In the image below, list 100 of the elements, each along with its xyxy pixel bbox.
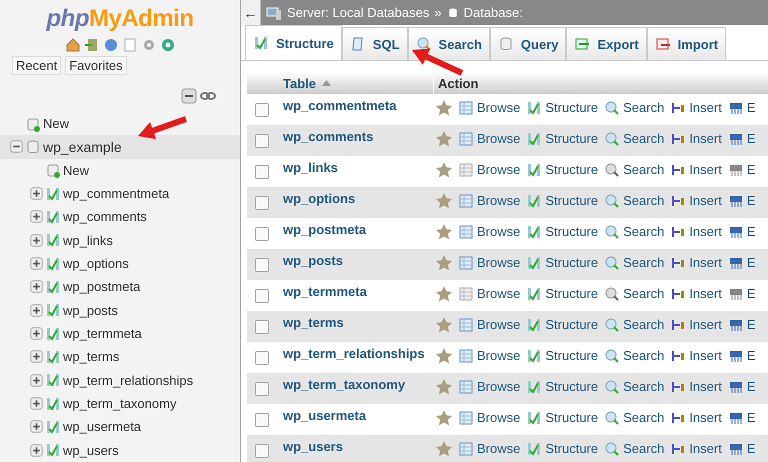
- star-icon[interactable]: [435, 316, 453, 334]
- table-name-link[interactable]: wp_links: [283, 160, 435, 175]
- action-link[interactable]: Browse: [458, 378, 520, 394]
- row-checkbox[interactable]: [255, 444, 269, 458]
- tab[interactable]: Import: [646, 27, 726, 60]
- panel-tab[interactable]: Favorites: [65, 56, 127, 75]
- action-link[interactable]: Insert: [670, 254, 722, 270]
- table-name-link[interactable]: wp_comments: [283, 129, 435, 144]
- expand-icon[interactable]: [30, 420, 43, 434]
- star-icon[interactable]: [435, 408, 453, 426]
- tab[interactable]: Query: [490, 27, 566, 60]
- action-link[interactable]: Structure: [526, 286, 598, 302]
- action-link[interactable]: E: [728, 378, 756, 394]
- tree-item[interactable]: wp_postmeta: [63, 279, 140, 294]
- action-link[interactable]: Browse: [458, 130, 520, 146]
- action-link[interactable]: Structure: [526, 378, 598, 394]
- document-icon[interactable]: [122, 37, 138, 53]
- action-link[interactable]: Search: [604, 348, 664, 364]
- action-link[interactable]: Insert: [670, 378, 722, 394]
- expand-icon[interactable]: [30, 304, 43, 317]
- expand-icon[interactable]: [30, 210, 43, 224]
- expand-icon[interactable]: [30, 444, 43, 457]
- tree-item[interactable]: wp_example: [43, 138, 122, 155]
- action-link[interactable]: Insert: [670, 440, 722, 456]
- star-icon[interactable]: [435, 346, 453, 364]
- tab[interactable]: SQL: [342, 27, 408, 60]
- expand-icon[interactable]: [30, 280, 43, 294]
- table-name-link[interactable]: wp_termmeta: [283, 284, 435, 299]
- action-link[interactable]: Search: [604, 254, 664, 270]
- action-link[interactable]: E: [728, 162, 756, 178]
- tree-item[interactable]: wp_users: [63, 442, 119, 458]
- action-link[interactable]: Browse: [458, 440, 520, 456]
- table-name-link[interactable]: wp_users: [283, 439, 435, 454]
- action-link[interactable]: Browse: [458, 286, 520, 302]
- action-link[interactable]: Search: [604, 286, 664, 302]
- action-link[interactable]: Structure: [526, 348, 598, 364]
- row-checkbox[interactable]: [255, 164, 269, 178]
- expand-icon[interactable]: [30, 374, 43, 387]
- star-icon[interactable]: [435, 160, 453, 178]
- action-link[interactable]: Search: [604, 130, 664, 146]
- star-icon[interactable]: [435, 192, 453, 210]
- action-link[interactable]: Structure: [526, 440, 598, 456]
- action-link[interactable]: Insert: [670, 192, 722, 208]
- breadcrumb-link[interactable]: Server: Local Databases: [287, 5, 430, 20]
- row-checkbox[interactable]: [255, 382, 269, 396]
- expand-icon[interactable]: [30, 397, 43, 410]
- tree-item[interactable]: wp_term_relationships: [63, 372, 194, 388]
- action-link[interactable]: E: [728, 130, 756, 146]
- tree-item[interactable]: wp_term_taxonomy: [63, 396, 176, 412]
- tab[interactable]: Export: [566, 27, 647, 60]
- action-link[interactable]: Insert: [670, 348, 722, 364]
- table-name-link[interactable]: wp_term_relationships: [283, 346, 435, 361]
- table-name-link[interactable]: wp_terms: [283, 315, 435, 330]
- tree-item[interactable]: wp_posts: [63, 302, 118, 318]
- star-icon[interactable]: [435, 98, 453, 116]
- action-link[interactable]: Structure: [526, 130, 598, 146]
- tree-item[interactable]: wp_links: [63, 232, 113, 248]
- breadcrumb-link[interactable]: Database:: [464, 5, 523, 20]
- action-link[interactable]: Browse: [458, 410, 520, 426]
- action-link[interactable]: Structure: [526, 162, 598, 178]
- tree-item[interactable]: wp_terms: [63, 349, 120, 364]
- action-link[interactable]: Browse: [458, 254, 520, 270]
- tree-item[interactable]: New: [63, 162, 90, 178]
- star-icon[interactable]: [435, 222, 453, 240]
- action-link[interactable]: Insert: [670, 316, 722, 332]
- action-link[interactable]: Structure: [526, 100, 598, 116]
- tree-item[interactable]: wp_termmeta: [63, 326, 142, 342]
- action-link[interactable]: Structure: [526, 192, 598, 208]
- action-link[interactable]: Insert: [670, 410, 722, 426]
- table-name-link[interactable]: wp_postmeta: [283, 222, 435, 237]
- table-name-link[interactable]: wp_posts: [283, 253, 435, 268]
- table-name-link[interactable]: wp_term_taxonomy: [283, 377, 435, 392]
- tree-item[interactable]: wp_comments: [63, 209, 147, 224]
- action-link[interactable]: Structure: [526, 224, 598, 240]
- action-link[interactable]: E: [728, 224, 756, 240]
- action-link[interactable]: E: [728, 192, 756, 208]
- star-icon[interactable]: [435, 378, 453, 396]
- row-checkbox[interactable]: [255, 412, 269, 426]
- table-name-link[interactable]: wp_options: [283, 191, 435, 206]
- row-checkbox[interactable]: [255, 102, 269, 116]
- collapse-all-icon[interactable]: [181, 88, 197, 104]
- tab[interactable]: Structure: [245, 25, 342, 60]
- action-link[interactable]: Browse: [458, 316, 520, 332]
- action-link[interactable]: Insert: [670, 162, 722, 178]
- tree-item[interactable]: wp_options: [63, 256, 129, 272]
- expand-icon[interactable]: [30, 257, 43, 270]
- action-link[interactable]: Browse: [458, 100, 520, 116]
- star-icon[interactable]: [435, 440, 453, 458]
- tree-item[interactable]: New: [43, 116, 70, 132]
- action-link[interactable]: Insert: [670, 286, 722, 302]
- row-checkbox[interactable]: [255, 134, 269, 148]
- action-link[interactable]: Search: [604, 224, 664, 240]
- expand-icon[interactable]: [30, 234, 43, 247]
- action-link[interactable]: Browse: [458, 348, 520, 364]
- action-link[interactable]: Search: [604, 162, 664, 178]
- back-button[interactable]: ←: [241, 0, 261, 25]
- action-link[interactable]: Browse: [458, 192, 520, 208]
- action-link[interactable]: E: [728, 410, 756, 426]
- action-link[interactable]: Search: [604, 378, 664, 394]
- action-link[interactable]: E: [728, 286, 756, 302]
